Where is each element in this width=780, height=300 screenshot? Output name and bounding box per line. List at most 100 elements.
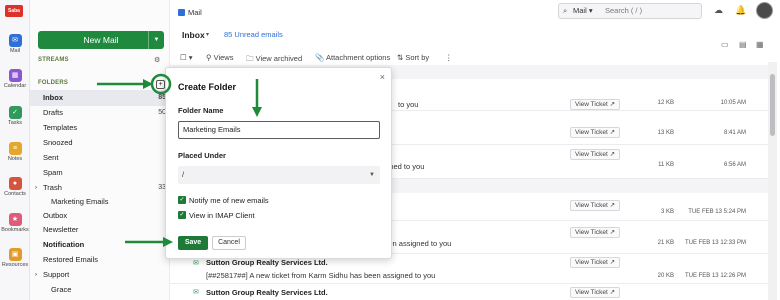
mail-size: 12 KB xyxy=(657,100,674,106)
folder-label: Notification xyxy=(43,240,85,249)
placed-under-select[interactable]: / ▼ xyxy=(178,166,380,184)
view-ticket-button[interactable]: View Ticket ↗ xyxy=(570,287,621,298)
notify-label[interactable]: Notify me of new emails xyxy=(189,196,269,205)
rail-label: Resources xyxy=(1,262,29,268)
bell-icon[interactable]: 🔔 xyxy=(735,5,746,16)
resources-icon: ▣ xyxy=(8,248,22,261)
rail-item-tasks[interactable]: ✓ Tasks xyxy=(0,106,30,126)
folder-label: Inbox xyxy=(43,93,63,102)
rail-item-bookmarks[interactable]: ★ Bookmarks xyxy=(0,213,30,233)
folder-label: Snoozed xyxy=(43,138,73,147)
rail-item-resources[interactable]: ▣ Resources xyxy=(0,248,30,268)
search-scope[interactable]: Mail ▾ xyxy=(573,4,593,18)
chevron-down-icon[interactable]: ▼ xyxy=(148,31,164,49)
mail-time: 6:56 AM xyxy=(723,162,746,168)
scrollbar-thumb[interactable] xyxy=(770,74,775,136)
mail-preview: [##25817##] A new ticket from Karm Sidhu… xyxy=(206,271,436,280)
search-icon: ⌕ xyxy=(563,6,568,15)
tab-label: Mail xyxy=(188,8,202,17)
folder-grace[interactable]: Grace xyxy=(30,282,170,298)
table-row[interactable]: ✉ Sutton Group Realty Services Ltd. [##2… xyxy=(170,255,768,284)
more-options-icon[interactable]: ⋮ xyxy=(445,53,453,62)
chevron-down-icon: ▼ xyxy=(369,172,375,178)
view-ticket-button[interactable]: View Ticket ↗ xyxy=(570,99,621,110)
mail-size: 20 KB xyxy=(657,273,674,279)
mail-icon xyxy=(178,9,185,16)
rail-label: Notes xyxy=(7,156,23,162)
rail-item-mail[interactable]: ✉ Mail xyxy=(0,34,30,54)
mail-icon: ✉ xyxy=(8,34,22,47)
rail-item-calendar[interactable]: ▦ Calendar xyxy=(0,69,30,89)
view-ticket-button[interactable]: View Ticket ↗ xyxy=(570,257,621,268)
unread-count[interactable]: 85 Unread emails xyxy=(224,30,283,39)
grid-icon[interactable]: ▦ xyxy=(756,40,764,49)
rail-item-contacts[interactable]: ● Contacts xyxy=(0,177,30,197)
folder-restored-emails[interactable]: Restored Emails xyxy=(30,252,170,268)
view-ticket-button[interactable]: View Ticket ↗ xyxy=(570,200,621,211)
app-rail: Saba ✉ Mail ▦ Calendar ✓ Tasks ≡ Notes ●… xyxy=(0,0,30,300)
folder-label: Support xyxy=(43,270,70,279)
folder-sent[interactable]: Sent xyxy=(30,150,170,166)
rail-label: Tasks xyxy=(7,120,23,126)
placed-under-label: Placed Under xyxy=(178,151,226,160)
create-folder-dialog: Create Folder × Folder Name Marketing Em… xyxy=(165,67,392,259)
folder-name-label: Folder Name xyxy=(178,106,224,115)
avatar[interactable] xyxy=(756,2,773,19)
mail-size: 11 KB xyxy=(658,162,674,168)
folder-label: Restored Emails xyxy=(43,255,99,264)
select-checkbox[interactable]: ☐ ▾ xyxy=(180,53,193,62)
attachment-options-button[interactable]: 📎 Attachment options xyxy=(315,53,390,62)
cancel-button[interactable]: Cancel xyxy=(212,236,246,250)
streams-header[interactable]: STREAMS xyxy=(38,57,69,63)
folder-templates[interactable]: Templates xyxy=(30,120,170,136)
stream-settings-icon[interactable]: ⚙ xyxy=(154,56,160,64)
bookmark-icon: ★ xyxy=(8,213,22,226)
folder-name-field[interactable]: Marketing Emails xyxy=(178,121,380,139)
save-button[interactable]: Save xyxy=(178,236,208,250)
notify-checkbox[interactable]: ✓ xyxy=(178,196,186,204)
new-mail-label: New Mail xyxy=(83,35,119,45)
folder-spam[interactable]: Spam xyxy=(30,165,170,181)
rail-item-notes[interactable]: ≡ Notes xyxy=(0,142,30,162)
cloud-upload-icon[interactable]: ☁ xyxy=(714,5,723,16)
table-row[interactable]: ✉ Sutton Group Realty Services Ltd. View… xyxy=(170,285,768,300)
contact-icon: ● xyxy=(8,177,22,190)
mail-time: TUE FEB 13 12:33 PM xyxy=(684,240,746,246)
new-mail-button[interactable]: New Mail ▼ xyxy=(38,31,164,49)
search-input[interactable]: ⌕ Mail ▾ Search ( / ) xyxy=(558,3,702,19)
list-header: Inbox ▾ 85 Unread emails ☐ ▾ ⚲ Views 🗀 V… xyxy=(170,24,770,64)
view-ticket-button[interactable]: View Ticket ↗ xyxy=(570,127,621,138)
mail-sender: Sutton Group Realty Services Ltd. xyxy=(206,288,328,297)
mail-time: 10:05 AM xyxy=(720,100,746,106)
chevron-right-icon[interactable]: › xyxy=(35,267,37,283)
folder-label: Spam xyxy=(43,168,63,177)
imap-label[interactable]: View in IMAP Client xyxy=(189,211,255,220)
folder-notification[interactable]: Notification xyxy=(30,237,170,253)
chat-icon[interactable]: ▭ xyxy=(721,40,729,49)
sort-by-button[interactable]: ⇅ Sort by xyxy=(397,53,429,62)
tab-mail[interactable]: Mail xyxy=(178,8,202,17)
view-ticket-button[interactable]: View Ticket ↗ xyxy=(570,149,621,160)
rail-label: Bookmarks xyxy=(1,227,29,233)
envelope-icon: ✉ xyxy=(193,260,199,267)
search-placeholder: Search ( / ) xyxy=(605,6,643,15)
folders-header[interactable]: FOLDERS xyxy=(38,80,68,86)
folder-drafts[interactable]: Drafts 50 xyxy=(30,105,170,121)
folder-newsletter[interactable]: Newsletter xyxy=(30,222,170,238)
folder-inbox[interactable]: Inbox 85 xyxy=(30,90,170,106)
scrollbar[interactable] xyxy=(768,62,777,300)
folder-snoozed[interactable]: Snoozed xyxy=(30,135,170,151)
folder-title[interactable]: Inbox xyxy=(182,30,205,40)
note-icon: ≡ xyxy=(8,142,22,155)
view-ticket-button[interactable]: View Ticket ↗ xyxy=(570,227,621,238)
chevron-down-icon[interactable]: ▾ xyxy=(206,31,209,38)
views-button[interactable]: ⚲ Views xyxy=(206,53,233,62)
folder-sidebar: New Mail ▼ STREAMS ⚙ FOLDERS + Inbox 85 … xyxy=(30,0,170,300)
add-folder-icon[interactable]: + xyxy=(156,80,165,89)
folder-support[interactable]: › Support xyxy=(30,267,170,283)
layout-icon[interactable]: ▤ xyxy=(739,40,747,49)
imap-checkbox[interactable]: ✓ xyxy=(178,211,186,219)
top-bar: Mail ⌕ Mail ▾ Search ( / ) ☁ 🔔 xyxy=(170,0,780,24)
close-icon[interactable]: × xyxy=(380,72,385,82)
folder-label: Sent xyxy=(43,153,59,162)
